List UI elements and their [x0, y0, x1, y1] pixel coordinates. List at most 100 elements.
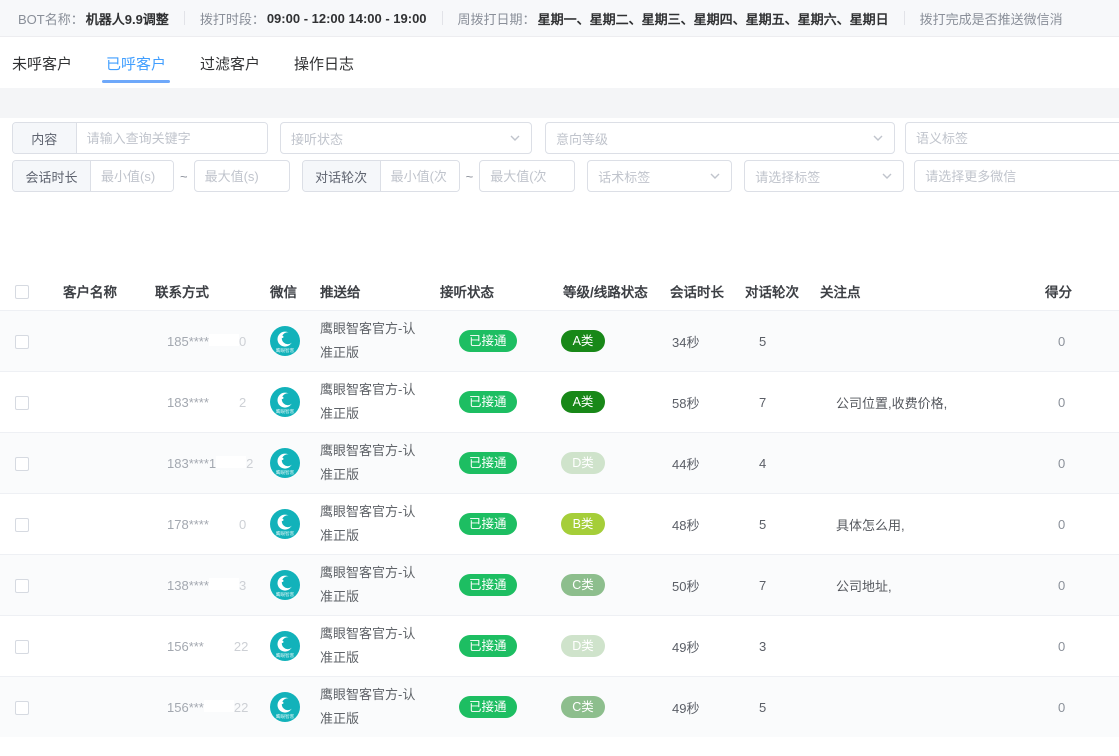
more-wechat-input[interactable]	[914, 160, 1119, 192]
intent-level-select[interactable]: 意向等级	[545, 122, 895, 154]
call-period-label: 拨打时段：	[200, 9, 265, 28]
weekly-days-label: 周拨打日期：	[458, 9, 536, 28]
phone-cell: 178****0	[145, 517, 260, 532]
tab-filtered[interactable]: 过滤客户	[196, 39, 264, 87]
answer-status-badge: 已接通	[459, 330, 517, 352]
grade-badge: C类	[561, 696, 605, 718]
duration-cell: 49秒	[660, 637, 735, 656]
chevron-down-icon	[881, 170, 893, 182]
push-target-cell: 鹰眼智客官方-认准正版	[310, 317, 430, 365]
tab-uncalled[interactable]: 未呼客户	[8, 39, 76, 87]
answer-status-badge: 已接通	[459, 696, 517, 718]
bot-info-bar: BOT名称： 机器人9.9调整 拨打时段： 09:00 - 12:00 14:0…	[0, 0, 1119, 37]
push-target-cell: 鹰眼智客官方-认准正版	[310, 561, 430, 609]
duration-cell: 50秒	[660, 576, 735, 595]
duration-min-input[interactable]	[91, 161, 173, 191]
focus-cell: 公司位置,收费价格,	[810, 393, 1035, 412]
table-row: 185****0 鹰眼智客 鹰眼智客官方-认准正版 已接通 A类 34秒 5 0	[0, 310, 1119, 371]
duration-cell: 49秒	[660, 698, 735, 717]
col-rounds: 对话轮次	[735, 281, 810, 301]
content-keyword-input[interactable]	[77, 123, 267, 153]
score-cell: 0	[1035, 700, 1119, 715]
content-filter-group: 内容	[12, 122, 268, 154]
section-divider-band	[0, 88, 1119, 118]
grade-badge: A类	[561, 391, 605, 413]
col-score: 得分	[1035, 281, 1119, 301]
row-checkbox[interactable]	[15, 335, 29, 349]
svg-text:鹰眼智客: 鹰眼智客	[276, 408, 295, 415]
push-target-cell: 鹰眼智客官方-认准正版	[310, 622, 430, 670]
select-all-checkbox[interactable]	[15, 285, 29, 299]
table-row: 138****3 鹰眼智客 鹰眼智客官方-认准正版 已接通 C类 50秒 7 公…	[0, 554, 1119, 615]
table-row: 183****12 鹰眼智客 鹰眼智客官方-认准正版 已接通 D类 44秒 4 …	[0, 432, 1119, 493]
wechat-avatar-icon: 鹰眼智客	[270, 326, 300, 356]
col-contact: 联系方式	[145, 281, 260, 301]
rounds-min-input[interactable]	[381, 161, 459, 191]
grade-badge: B类	[561, 513, 605, 535]
phone-cell: 183****12	[145, 456, 260, 471]
wechat-avatar-icon: 鹰眼智客	[270, 387, 300, 417]
blur-patch	[216, 456, 246, 468]
row-checkbox[interactable]	[15, 701, 29, 715]
blur-patch	[209, 578, 239, 590]
push-target-cell: 鹰眼智客官方-认准正版	[310, 500, 430, 548]
svg-text:鹰眼智客: 鹰眼智客	[276, 713, 295, 720]
grade-badge: A类	[561, 330, 605, 352]
svg-text:鹰眼智客: 鹰眼智客	[276, 347, 295, 354]
push-target-cell: 鹰眼智客官方-认准正版	[310, 378, 430, 426]
grade-badge: C类	[561, 574, 605, 596]
wechat-avatar-icon: 鹰眼智客	[270, 631, 300, 661]
duration-cell: 44秒	[660, 454, 735, 473]
score-cell: 0	[1035, 639, 1119, 654]
row-checkbox[interactable]	[15, 518, 29, 532]
rounds-cell: 5	[735, 700, 810, 715]
bot-name-value: 机器人9.9调整	[86, 9, 169, 28]
phone-cell: 185****0	[145, 334, 260, 349]
duration-cell: 48秒	[660, 515, 735, 534]
row-checkbox[interactable]	[15, 396, 29, 410]
called-customers-table: 客户名称 联系方式 微信 推送给 接听状态 等级/线路状态 会话时长 对话轮次 …	[0, 272, 1119, 737]
table-row: 156***22 鹰眼智客 鹰眼智客官方-认准正版 已接通 D类 49秒 3 0	[0, 615, 1119, 676]
semantic-tag-input[interactable]	[905, 122, 1119, 154]
col-push-target: 推送给	[310, 281, 430, 301]
script-tag-select[interactable]: 话术标签	[587, 160, 732, 192]
range-tilde: ~	[466, 169, 474, 184]
phone-cell: 156***22	[145, 700, 260, 715]
chevron-down-icon	[872, 132, 884, 144]
svg-text:鹰眼智客: 鹰眼智客	[276, 652, 295, 659]
rounds-cell: 7	[735, 395, 810, 410]
duration-cell: 58秒	[660, 393, 735, 412]
tab-operation-log[interactable]: 操作日志	[290, 39, 358, 87]
push-target-cell: 鹰眼智客官方-认准正版	[310, 439, 430, 487]
table-row: 156***22 鹰眼智客 鹰眼智客官方-认准正版 已接通 C类 49秒 5 0	[0, 676, 1119, 737]
blur-patch	[204, 639, 234, 651]
phone-cell: 156***22	[145, 639, 260, 654]
tag-select[interactable]: 请选择标签	[744, 160, 904, 192]
rounds-filter-group: 对话轮次	[302, 160, 460, 192]
row-checkbox[interactable]	[15, 579, 29, 593]
wechat-avatar-icon: 鹰眼智客	[270, 509, 300, 539]
row-checkbox[interactable]	[15, 457, 29, 471]
row-checkbox[interactable]	[15, 640, 29, 654]
score-cell: 0	[1035, 517, 1119, 532]
rounds-max-input[interactable]	[479, 160, 575, 192]
tab-bar: 未呼客户 已呼客户 过滤客户 操作日志	[0, 37, 1119, 88]
svg-text:鹰眼智客: 鹰眼智客	[276, 530, 295, 537]
duration-max-input[interactable]	[194, 160, 290, 192]
score-cell: 0	[1035, 334, 1119, 349]
rounds-cell: 5	[735, 517, 810, 532]
content-label: 内容	[13, 123, 77, 153]
wechat-avatar-icon: 鹰眼智客	[270, 448, 300, 478]
filter-row-2: 会话时长 ~ 对话轮次 ~ 话术标签 请选择标签	[12, 160, 1119, 192]
answer-status-select[interactable]: 接听状态	[280, 122, 532, 154]
focus-cell: 具体怎么用,	[810, 515, 1035, 534]
table-row: 183****2 鹰眼智客 鹰眼智客官方-认准正版 已接通 A类 58秒 7 公…	[0, 371, 1119, 432]
focus-cell: 公司地址,	[810, 576, 1035, 595]
rounds-label: 对话轮次	[303, 161, 381, 191]
chevron-down-icon	[709, 170, 721, 182]
weekly-days-value: 星期一、星期二、星期三、星期四、星期五、星期六、星期日	[538, 9, 889, 28]
answer-status-badge: 已接通	[459, 513, 517, 535]
col-duration: 会话时长	[660, 281, 735, 301]
wechat-avatar-icon: 鹰眼智客	[270, 692, 300, 722]
tab-called[interactable]: 已呼客户	[102, 39, 170, 87]
